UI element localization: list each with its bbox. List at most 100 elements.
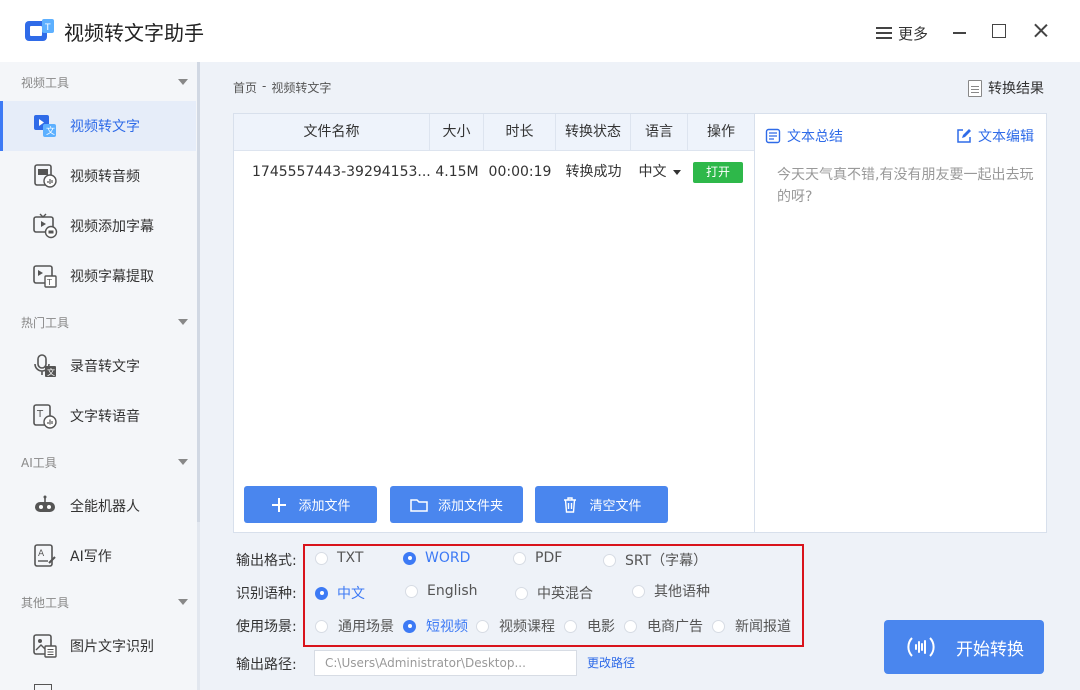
microphone-icon: 文 xyxy=(34,354,56,377)
radio-icon xyxy=(476,619,489,633)
scene-option-ecommerce[interactable]: 电商广告 xyxy=(624,616,703,636)
add-file-button[interactable]: 添加文件 xyxy=(244,486,377,523)
breadcrumb-home[interactable]: 首页 xyxy=(233,79,257,96)
breadcrumb: 首页 - 视频转文字 xyxy=(233,79,332,96)
sidebar-item-video-to-audio[interactable]: 视频转音频 xyxy=(0,151,196,201)
radio-checked-icon xyxy=(403,551,416,565)
sidebar-item-extract-subtitles[interactable]: T 视频字幕提取 xyxy=(0,251,196,301)
file-list-panel: 文件名称 大小 时长 转换状态 语言 操作 1745557443-3929415… xyxy=(233,113,755,533)
radio-icon xyxy=(315,551,328,565)
tab-text-summary[interactable]: 文本总结 xyxy=(765,126,843,146)
section-other-tools[interactable]: 其他工具 xyxy=(0,584,196,620)
radio-icon xyxy=(603,553,616,567)
column-header-name: 文件名称 xyxy=(234,114,430,151)
sidebar-item-ai-writing[interactable]: A AI写作 xyxy=(0,531,196,581)
language-option-english[interactable]: English xyxy=(405,583,478,599)
output-format-label: 输出格式: xyxy=(236,553,297,569)
svg-text:T: T xyxy=(44,23,51,33)
svg-text:T: T xyxy=(36,409,44,420)
close-button[interactable] xyxy=(1031,20,1051,40)
caret-down-icon xyxy=(672,169,681,175)
language-option-chinese[interactable]: 中文 xyxy=(315,583,365,603)
trash-icon xyxy=(564,496,577,513)
main-content: 首页 - 视频转文字 转换结果 文件名称 大小 时长 转换状态 语言 操作 17… xyxy=(200,62,1080,690)
radio-checked-icon xyxy=(315,586,328,600)
scene-option-news[interactable]: 新闻报道 xyxy=(712,616,791,636)
scene-option-movie[interactable]: 电影 xyxy=(564,616,615,636)
more-label: 更多 xyxy=(898,24,929,43)
file-duration: 00:00:19 xyxy=(488,164,552,180)
table-header: 文件名称 大小 时长 转换状态 语言 操作 xyxy=(234,114,754,151)
open-file-button[interactable]: 打开 xyxy=(693,162,743,183)
language-option-other[interactable]: 其他语种 xyxy=(632,581,710,601)
section-video-tools[interactable]: 视频工具 xyxy=(0,64,196,100)
add-folder-button[interactable]: 添加文件夹 xyxy=(390,486,523,523)
chevron-down-icon xyxy=(178,599,188,605)
partial-nav-icon xyxy=(34,684,52,690)
language-option-mixed[interactable]: 中英混合 xyxy=(515,583,593,603)
radio-icon xyxy=(515,586,528,600)
text-to-speech-icon: T xyxy=(33,404,57,429)
start-conversion-button[interactable]: 开始转换 xyxy=(884,620,1044,674)
sidebar-item-image-ocr[interactable]: 图片文字识别 xyxy=(0,621,196,671)
language-dropdown[interactable]: 中文 xyxy=(631,152,688,192)
breadcrumb-current: 视频转文字 xyxy=(271,81,332,95)
edit-icon xyxy=(957,129,971,143)
image-ocr-icon xyxy=(33,634,57,658)
app-logo-icon: T xyxy=(25,19,54,41)
radio-icon xyxy=(564,619,577,633)
sidebar-item-add-subtitles[interactable]: 视频添加字幕 xyxy=(0,201,196,251)
column-header-language: 语言 xyxy=(631,114,688,151)
video-to-text-icon: 文 xyxy=(34,115,56,137)
format-option-srt[interactable]: SRT（字幕） xyxy=(603,550,707,570)
minimize-button[interactable] xyxy=(950,20,970,40)
chevron-down-icon xyxy=(178,319,188,325)
video-to-audio-icon xyxy=(34,164,57,188)
change-path-link[interactable]: 更改路径 xyxy=(587,654,635,671)
format-option-txt[interactable]: TXT xyxy=(315,550,363,566)
section-ai-tools[interactable]: AI工具 xyxy=(0,444,196,480)
column-header-duration: 时长 xyxy=(484,114,556,151)
ai-writing-icon: A xyxy=(34,544,56,567)
chevron-down-icon xyxy=(178,459,188,465)
radio-checked-icon xyxy=(403,619,416,633)
clear-files-button[interactable]: 清空文件 xyxy=(535,486,668,523)
radio-icon xyxy=(712,619,725,633)
format-option-word[interactable]: WORD xyxy=(403,550,470,566)
svg-text:T: T xyxy=(46,278,52,287)
file-name: 1745557443-39294153... xyxy=(252,164,431,180)
folder-icon xyxy=(410,498,428,512)
column-header-action: 操作 xyxy=(707,124,735,140)
menu-icon xyxy=(876,26,892,40)
radio-icon xyxy=(513,551,526,565)
section-hot-tools[interactable]: 热门工具 xyxy=(0,304,196,340)
column-header-status: 转换状态 xyxy=(556,114,631,151)
scene-option-short-video[interactable]: 短视频 xyxy=(403,616,468,636)
conversion-results-link[interactable]: 转换结果 xyxy=(968,78,1044,98)
transcript-text[interactable]: 今天天气真不错,有没有朋友要一起出去玩的呀? xyxy=(777,164,1037,208)
svg-text:文: 文 xyxy=(46,125,55,137)
sidebar-item-audio-to-text[interactable]: 文 录音转文字 xyxy=(0,341,196,391)
scene-option-general[interactable]: 通用场景 xyxy=(315,616,394,636)
svg-text:A: A xyxy=(38,549,45,559)
sidebar-item-video-to-text[interactable]: 文 视频转文字 xyxy=(0,101,196,151)
maximize-button[interactable] xyxy=(988,20,1008,40)
document-icon xyxy=(968,79,982,97)
table-row[interactable]: 1745557443-39294153... 4.15M 00:00:19 转换… xyxy=(234,152,754,192)
radio-icon xyxy=(624,619,637,633)
sidebar-item-robot[interactable]: 全能机器人 xyxy=(0,481,196,531)
svg-text:文: 文 xyxy=(47,367,55,377)
format-option-pdf[interactable]: PDF xyxy=(513,550,562,566)
more-menu-button[interactable]: 更多 xyxy=(876,22,928,44)
sidebar-item-text-to-speech[interactable]: T 文字转语音 xyxy=(0,391,196,441)
radio-icon xyxy=(632,584,645,598)
app-title: 视频转文字助手 xyxy=(64,21,204,45)
radio-icon xyxy=(405,584,418,598)
recognition-language-label: 识别语种: xyxy=(236,586,297,602)
sidebar: 视频工具 文 视频转文字 视频转音频 视频添加字幕 T 视频字幕提取 热门工具 … xyxy=(0,62,200,690)
usage-scene-label: 使用场景: xyxy=(236,619,297,635)
scene-option-course[interactable]: 视频课程 xyxy=(476,616,555,636)
tab-text-edit[interactable]: 文本编辑 xyxy=(956,126,1034,146)
file-size: 4.15M xyxy=(435,164,479,180)
output-path-input[interactable]: C:\Users\Administrator\Desktop... xyxy=(314,650,577,676)
